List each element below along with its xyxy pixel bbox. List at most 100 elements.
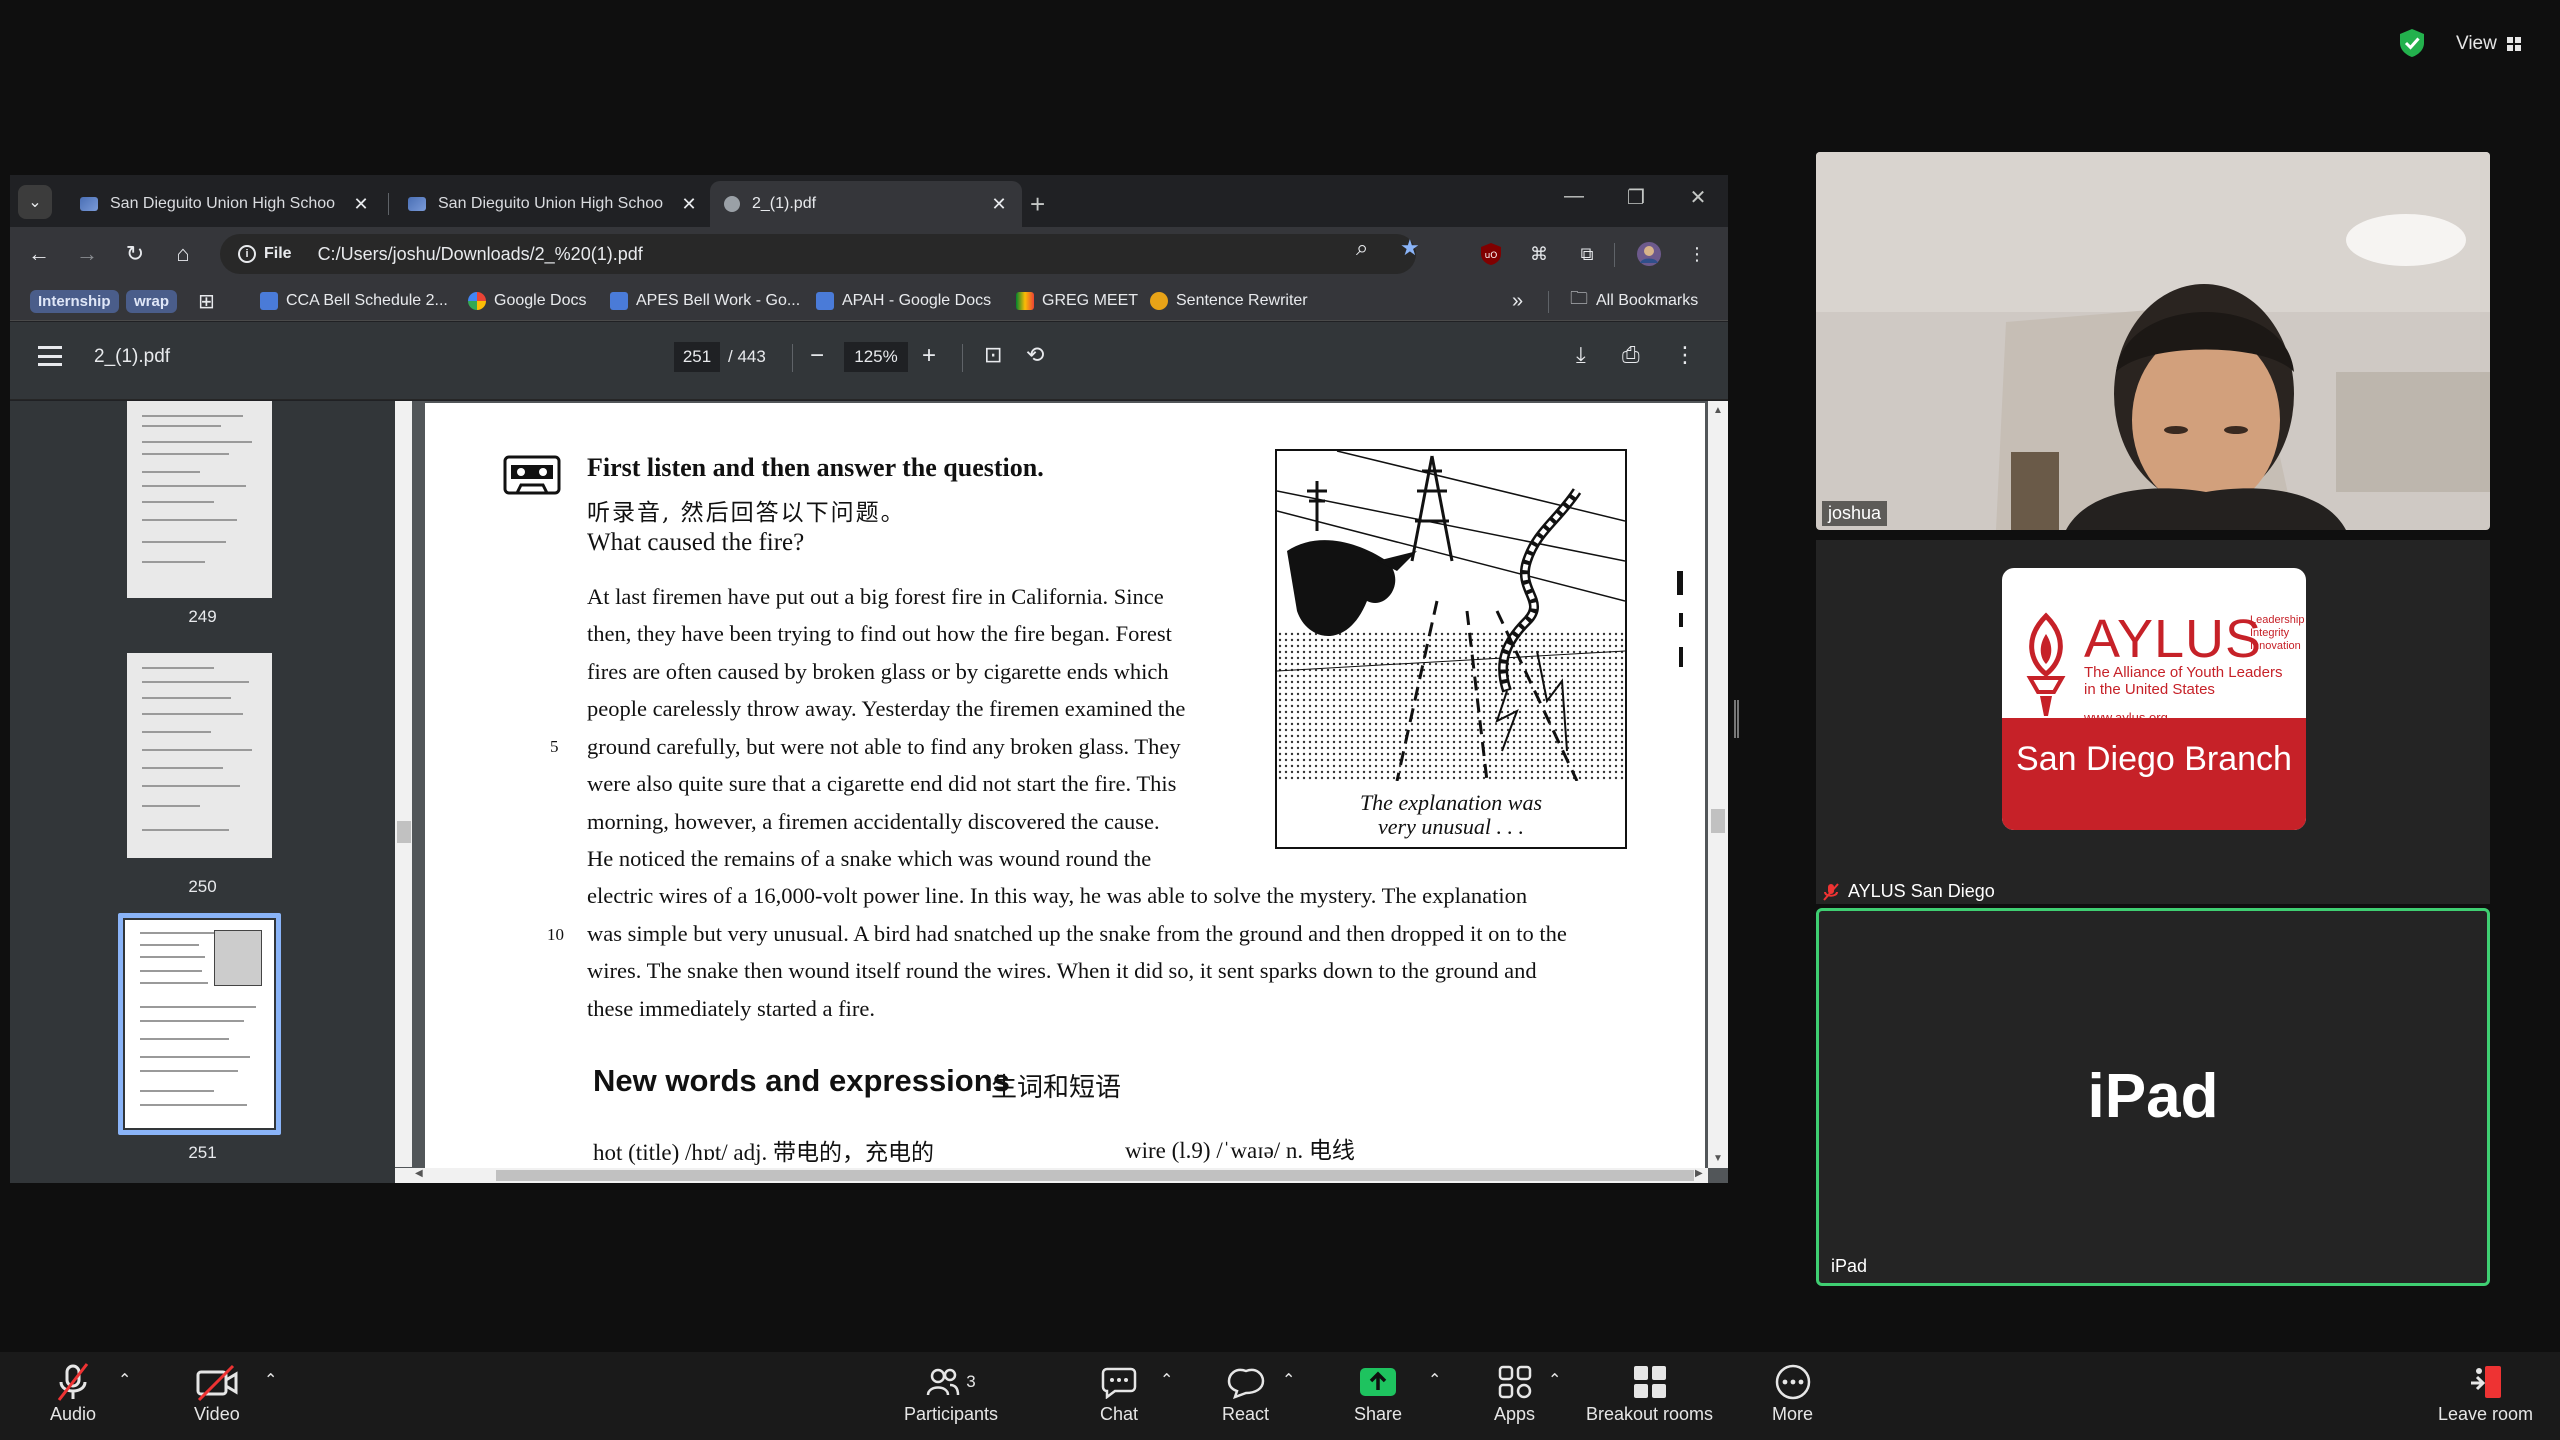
bookmark-cca-bell[interactable]: CCA Bell Schedule 2... (260, 287, 448, 315)
site-info-chip[interactable]: i File (238, 245, 292, 263)
print-icon[interactable]: ⎙ (1622, 342, 1640, 368)
chrome-menu-icon[interactable]: ⋮ (1684, 241, 1710, 267)
section-heading-chinese: 生词和短语 (991, 1073, 1122, 1103)
extensions-puzzle-icon[interactable]: ⧉ (1574, 241, 1600, 267)
passage-line: electric wires of a 16,000-volt power li… (587, 883, 1528, 908)
passage-line: these immediately started a fire. (587, 996, 876, 1021)
view-button[interactable]: View (2456, 30, 2521, 58)
bookmark-apah[interactable]: APAH - Google Docs (816, 287, 991, 315)
docs-icon (610, 292, 628, 310)
zoom-in-icon[interactable]: + (922, 342, 936, 370)
bookmark-internship[interactable]: Internship (30, 287, 119, 315)
leave-room-button[interactable]: Leave room (2438, 1360, 2533, 1425)
passage-line: were also quite sure that a cigarette en… (587, 771, 1177, 796)
page-thumbnail-251[interactable] (125, 920, 274, 1128)
minimize-icon[interactable]: — (1554, 185, 1594, 208)
scroll-right-icon[interactable]: ▶ (1695, 1168, 1703, 1179)
chat-bubble-icon (1101, 1360, 1137, 1404)
forward-icon[interactable]: → (72, 239, 102, 269)
page-thumbnail-249[interactable] (127, 401, 272, 598)
bookmark-label: GREG MEET (1042, 292, 1139, 309)
glossary-entry: wire (l.9) /ˈwaɪə/ n. 电线 (1125, 1138, 1355, 1163)
participants-button[interactable]: 3 Participants (904, 1360, 998, 1425)
react-options-caret-icon[interactable]: ⌃ (1282, 1370, 1295, 1390)
breakout-rooms-button[interactable]: Breakout rooms (1586, 1360, 1713, 1425)
passage-line: then, they have been trying to find out … (587, 621, 1172, 646)
share-button[interactable]: Share (1354, 1360, 1402, 1425)
close-icon[interactable]: ✕ (352, 194, 370, 215)
video-button[interactable]: Video (194, 1360, 240, 1425)
bookmark-sentence-rewriter[interactable]: Sentence Rewriter (1150, 287, 1308, 315)
url-text[interactable]: C:/Users/joshu/Downloads/2_%20(1).pdf (318, 244, 643, 265)
caption-line: very unusual . . . (1377, 814, 1525, 839)
tab-1[interactable]: San Dieguito Union High Schoo ✕ (66, 181, 384, 227)
line-number: 10 (547, 925, 564, 944)
react-button[interactable]: React (1222, 1360, 1269, 1425)
download-icon[interactable]: ⤓ (1576, 342, 1586, 368)
bookmark-greg-meet[interactable]: GREG MEET (1016, 287, 1138, 315)
tab-3-active[interactable]: 2_(1).pdf ✕ (710, 181, 1022, 227)
video-tile-ipad-active-speaker[interactable]: iPad iPad (1816, 908, 2490, 1286)
zoom-magnifier-icon[interactable]: ⌕ (1356, 235, 1368, 261)
zoom-level-input[interactable]: 125% (844, 342, 908, 372)
bookmark-wrap[interactable]: wrap (126, 287, 178, 315)
bookmark-label: Google Docs (494, 292, 587, 309)
close-window-icon[interactable]: ✕ (1678, 185, 1718, 210)
apps-grid-icon[interactable]: ⊞ (198, 287, 215, 315)
apps-options-caret-icon[interactable]: ⌃ (1548, 1370, 1561, 1390)
shield-check-icon[interactable] (2398, 28, 2426, 58)
exercise-question: What caused the fire? (587, 529, 805, 556)
more-button[interactable]: More (1772, 1360, 1813, 1425)
address-bar[interactable]: i File C:/Users/joshu/Downloads/2_%20(1)… (220, 234, 1416, 274)
chat-button[interactable]: Chat (1100, 1360, 1138, 1425)
leave-door-icon (2467, 1360, 2505, 1404)
pdf-viewer[interactable]: First listen and then answer the questio… (395, 401, 1728, 1183)
more-bookmarks-icon[interactable]: » (1512, 287, 1523, 315)
close-icon[interactable]: ✕ (990, 194, 1008, 215)
control-label: More (1772, 1404, 1814, 1424)
horizontal-scroll-thumb[interactable] (496, 1170, 1694, 1181)
vertical-scrollbar[interactable]: ▲ ▼ (1708, 401, 1728, 1168)
profile-avatar[interactable] (1636, 241, 1662, 267)
share-options-caret-icon[interactable]: ⌃ (1428, 1370, 1441, 1390)
close-icon[interactable]: ✕ (680, 194, 698, 215)
bookmark-star-icon[interactable]: ★ (1400, 235, 1420, 261)
tab-2[interactable]: San Dieguito Union High Schoo ✕ (394, 181, 712, 227)
scroll-up-icon[interactable]: ▲ (1713, 405, 1723, 416)
left-scroll-thumb[interactable] (397, 821, 411, 843)
new-tab-button[interactable]: + (1030, 189, 1045, 220)
bookmark-apes[interactable]: APES Bell Work - Go... (610, 287, 800, 315)
hamburger-menu-icon[interactable] (38, 346, 62, 366)
splitter-handle[interactable] (1734, 700, 1739, 738)
meeting-controls-bar: Audio ⌃ Video ⌃ 3 Participants Chat ⌃ Re… (0, 1352, 2560, 1440)
scroll-down-icon[interactable]: ▼ (1713, 1153, 1723, 1164)
video-options-caret-icon[interactable]: ⌃ (264, 1370, 277, 1390)
horizontal-scrollbar[interactable]: ◀ ▶ (395, 1168, 1708, 1183)
scroll-left-icon[interactable]: ◀ (415, 1168, 423, 1179)
zoom-out-icon[interactable]: − (810, 342, 824, 370)
vertical-scroll-thumb[interactable] (1711, 809, 1725, 833)
pdf-title: 2_(1).pdf (94, 346, 171, 367)
video-tile-joshua[interactable]: joshua (1816, 152, 2490, 530)
fit-page-icon[interactable]: ⊡ (984, 342, 1002, 368)
bookmark-google-docs[interactable]: Google Docs (468, 287, 587, 315)
folder-icon: 🗀 (1570, 288, 1588, 308)
rotate-icon[interactable]: ⟲ (1026, 342, 1044, 368)
page-number-input[interactable]: 251 (674, 342, 720, 372)
back-icon[interactable]: ← (24, 239, 54, 269)
apps-button[interactable]: Apps (1494, 1360, 1535, 1425)
chat-options-caret-icon[interactable]: ⌃ (1160, 1370, 1173, 1390)
tab-search-button[interactable]: ⌄ (18, 185, 52, 219)
all-bookmarks[interactable]: 🗀 All Bookmarks (1570, 287, 1698, 315)
aylus-values: Leadership Integrity Innovation (2250, 614, 2305, 652)
more-options-icon[interactable]: ⋮ (1674, 342, 1696, 368)
shortcut-extension-icon[interactable]: ⌘ (1526, 241, 1552, 267)
reload-icon[interactable]: ↻ (120, 239, 150, 269)
page-thumbnail-250[interactable] (127, 653, 272, 858)
restore-icon[interactable]: ❐ (1616, 185, 1656, 210)
ublock-extension-icon[interactable]: uO (1478, 241, 1504, 267)
video-tile-aylus[interactable]: AYLUS Leadership Integrity Innovation Th… (1816, 540, 2490, 904)
audio-button[interactable]: Audio (50, 1360, 96, 1425)
audio-options-caret-icon[interactable]: ⌃ (118, 1370, 131, 1390)
home-icon[interactable]: ⌂ (168, 239, 198, 269)
